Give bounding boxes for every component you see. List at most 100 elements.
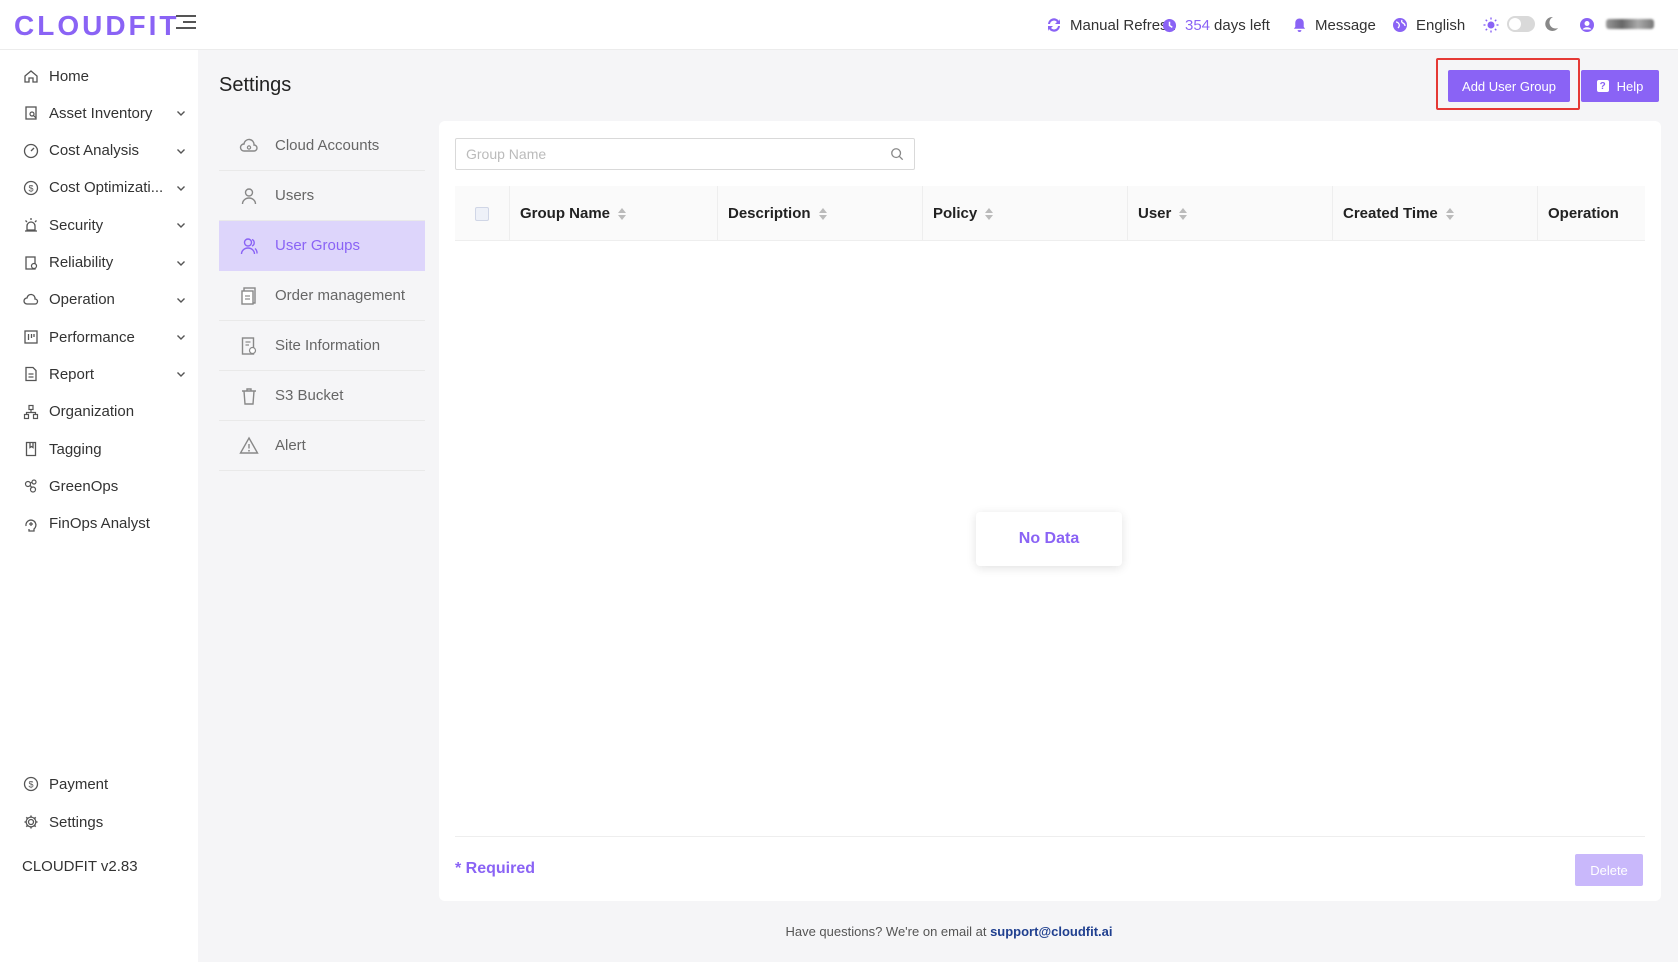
- sidebar-item-report[interactable]: Report: [22, 356, 187, 392]
- sidebar-item-asset-inventory[interactable]: Asset Inventory: [22, 95, 187, 131]
- cloud-account-icon: [239, 136, 259, 156]
- column-header-user[interactable]: User: [1128, 186, 1333, 241]
- sort-icon[interactable]: [1445, 207, 1454, 220]
- settings-tab-s3-bucket[interactable]: S3 Bucket: [219, 371, 425, 421]
- add-user-group-button[interactable]: Add User Group: [1448, 70, 1570, 102]
- sidebar-item-label: Cost Analysis: [49, 142, 140, 160]
- help-button[interactable]: ? Help: [1581, 70, 1659, 102]
- sort-icon[interactable]: [985, 207, 994, 220]
- bell-icon: [1293, 18, 1306, 33]
- performance-icon: [22, 328, 40, 346]
- sidebar-item-settings[interactable]: Settings: [22, 804, 187, 840]
- sidebar-item-label: Settings: [49, 813, 104, 831]
- help-icon: ?: [1596, 80, 1609, 92]
- order-icon: [239, 286, 259, 306]
- user-avatar-icon[interactable]: [1579, 17, 1595, 33]
- sidebar-item-cost-optimizati[interactable]: $ Cost Optimizati...: [22, 170, 187, 206]
- support-email-link[interactable]: support@cloudfit.ai: [990, 924, 1112, 939]
- language-label: English: [1416, 16, 1466, 34]
- reliability-icon: [22, 254, 40, 272]
- days-left-label: days left: [1214, 16, 1270, 34]
- sidebar-item-label: Performance: [49, 328, 135, 346]
- column-header-created-time[interactable]: Created Time: [1333, 186, 1538, 241]
- sidebar-item-label: Payment: [49, 775, 109, 793]
- sidebar-item-greenops[interactable]: GreenOps: [22, 468, 187, 504]
- sidebar-item-performance[interactable]: Performance: [22, 319, 187, 355]
- page-footer: Have questions? We're on email at suppor…: [0, 924, 1678, 939]
- tag-icon: [22, 440, 40, 458]
- top-bar: CLOUDFIT Manual Refresh 354 days left Me…: [0, 0, 1678, 50]
- help-label: Help: [1616, 78, 1644, 94]
- sidebar-item-label: Security: [49, 216, 104, 234]
- column-header-label: Policy: [933, 205, 978, 222]
- menu-toggle-icon[interactable]: [176, 15, 196, 33]
- settings-tab-user-groups[interactable]: User Groups: [219, 221, 425, 271]
- app-version: CLOUDFIT v2.83: [22, 858, 138, 875]
- sidebar-item-label: Cost Optimizati...: [49, 179, 164, 197]
- settings-tab-alert[interactable]: Alert: [219, 421, 425, 471]
- search-input[interactable]: [466, 146, 890, 162]
- settings-tab-order-management[interactable]: Order management: [219, 271, 425, 321]
- cloud-icon: [22, 291, 40, 309]
- license-days-indicator: 354 days left: [1162, 0, 1270, 50]
- home-icon: [22, 67, 40, 85]
- footer-text: Have questions? We're on email at: [785, 924, 987, 939]
- settings-tab-cloud-accounts[interactable]: Cloud Accounts: [219, 121, 425, 171]
- sidebar-item-tagging[interactable]: Tagging: [22, 431, 187, 467]
- manual-refresh-label: Manual Refresh: [1070, 16, 1176, 34]
- column-header-label: Created Time: [1343, 205, 1438, 222]
- settings-tab-label: Alert: [275, 437, 306, 454]
- dollar-circle-icon: $: [22, 179, 40, 197]
- chevron-down-icon: [177, 335, 185, 341]
- column-header-group-name[interactable]: Group Name: [510, 186, 718, 241]
- search-icon[interactable]: [890, 147, 904, 161]
- sidebar-item-cost-analysis[interactable]: Cost Analysis: [22, 133, 187, 169]
- column-header-label: Group Name: [520, 205, 611, 222]
- select-all-checkbox[interactable]: [475, 206, 489, 221]
- theme-toggle[interactable]: [1507, 16, 1535, 32]
- settings-tab-site-information[interactable]: Site Information: [219, 321, 425, 371]
- sidebar-item-reliability[interactable]: Reliability: [22, 245, 187, 281]
- sort-icon[interactable]: [618, 207, 627, 220]
- delete-button[interactable]: Delete: [1575, 854, 1643, 886]
- sort-icon[interactable]: [818, 207, 827, 220]
- chevron-down-icon: [177, 111, 185, 117]
- greenops-icon: [22, 477, 40, 495]
- user-icon: [239, 186, 259, 206]
- chevron-down-icon: [177, 260, 185, 266]
- sidebar-item-organization[interactable]: Organization: [22, 394, 187, 430]
- message-button[interactable]: Message: [1292, 0, 1376, 50]
- sidebar-item-payment[interactable]: $ Payment: [22, 766, 187, 802]
- divider: [455, 836, 1645, 837]
- chevron-down-icon: [177, 148, 185, 154]
- app-logo[interactable]: CLOUDFIT: [14, 10, 180, 42]
- site-info-icon: [239, 336, 259, 356]
- manual-refresh-button[interactable]: Manual Refresh: [1046, 0, 1176, 50]
- analyst-icon: [22, 515, 40, 533]
- gear-icon: [22, 813, 40, 831]
- sun-icon: [1483, 17, 1499, 33]
- chevron-down-icon: [177, 297, 185, 303]
- sidebar-item-label: FinOps Analyst: [49, 515, 150, 533]
- settings-tab-users[interactable]: Users: [219, 171, 425, 221]
- group-name-search[interactable]: [455, 138, 915, 170]
- asset-icon: [22, 104, 40, 122]
- language-selector[interactable]: English: [1392, 0, 1465, 50]
- settings-tab-label: User Groups: [275, 237, 361, 254]
- sidebar-item-label: Asset Inventory: [49, 104, 153, 122]
- chevron-down-icon: [177, 372, 185, 378]
- theme-toggle-knob: [1509, 18, 1521, 30]
- sidebar-item-operation[interactable]: Operation: [22, 282, 187, 318]
- sidebar-item-home[interactable]: Home: [22, 58, 187, 94]
- sidebar-item-label: Organization: [49, 403, 135, 421]
- sidebar-item-security[interactable]: Security: [22, 207, 187, 243]
- days-left-count: 354: [1185, 16, 1211, 34]
- column-header-description[interactable]: Description: [718, 186, 923, 241]
- sidebar-item-label: Operation: [49, 291, 115, 309]
- sidebar-item-finops-analyst[interactable]: FinOps Analyst: [22, 506, 187, 542]
- username-redacted[interactable]: [1606, 19, 1654, 29]
- sort-icon[interactable]: [1179, 207, 1188, 220]
- sidebar-item-label: Report: [49, 365, 95, 383]
- refresh-icon: [1048, 18, 1060, 32]
- column-header-policy[interactable]: Policy: [923, 186, 1128, 241]
